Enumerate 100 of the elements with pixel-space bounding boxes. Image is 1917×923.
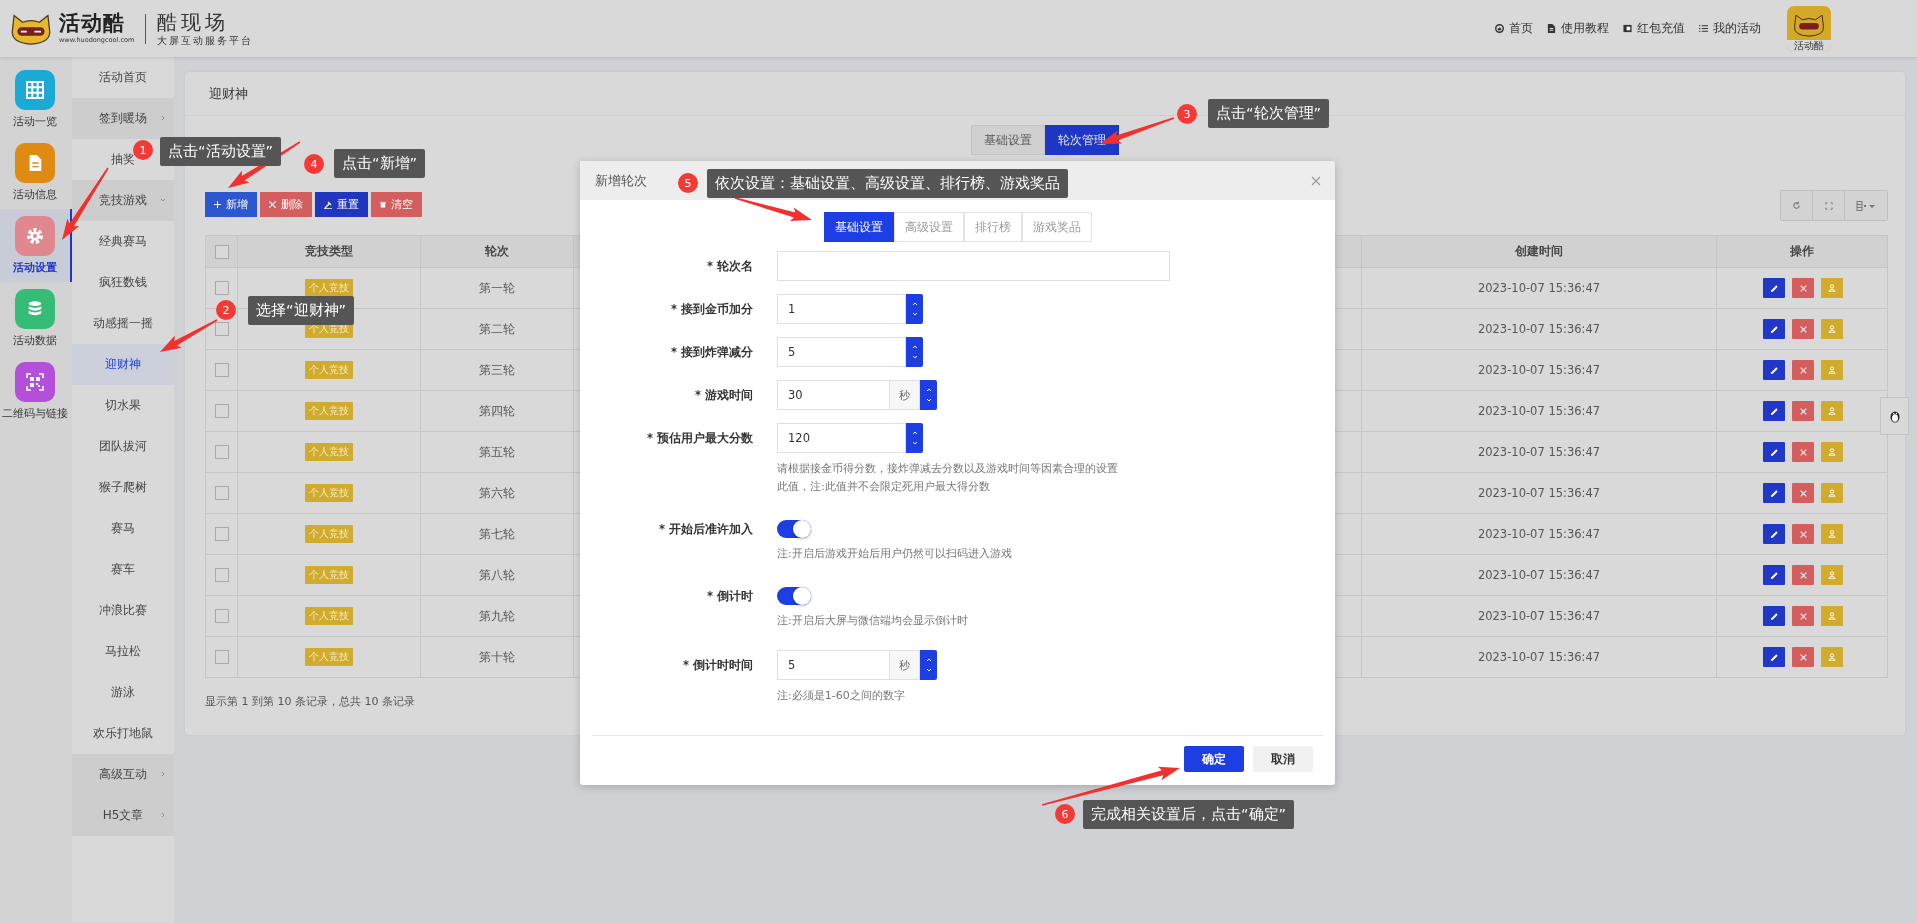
row-checkbox[interactable] (214, 363, 229, 378)
menu-item[interactable]: 团队拔河 (72, 426, 174, 467)
toolbar-button[interactable]: 清空 (371, 192, 422, 217)
number-field[interactable]: 5 (777, 337, 906, 367)
sidebar-item[interactable]: 二维码与链接 (0, 355, 72, 428)
number-field[interactable]: 1 (777, 294, 906, 324)
delete-button[interactable] (1792, 278, 1814, 298)
menu-group[interactable]: 竞技游戏 (72, 180, 174, 221)
user-avatar[interactable]: 活动酷 (1787, 5, 1831, 52)
field-label: * 接到金币加分 (670, 302, 753, 316)
spinner-button[interactable] (920, 380, 937, 410)
delete-button[interactable] (1792, 401, 1814, 421)
edit-button[interactable] (1763, 360, 1785, 380)
confirm-button[interactable]: 确定 (1184, 746, 1244, 772)
menu-item[interactable]: 冲浪比赛 (72, 590, 174, 631)
spinner-button[interactable] (906, 423, 923, 453)
edit-button[interactable] (1763, 401, 1785, 421)
number-field[interactable]: 5 (777, 650, 890, 680)
menu-item[interactable]: 游泳 (72, 672, 174, 713)
delete-button[interactable] (1792, 524, 1814, 544)
select-all-checkbox[interactable] (214, 244, 229, 259)
row-checkbox[interactable] (214, 322, 229, 337)
edit-button[interactable] (1763, 483, 1785, 503)
menu-group[interactable]: 高级互动 (72, 754, 174, 795)
sidebar-item[interactable]: 活动数据 (0, 282, 72, 355)
tab[interactable]: 基础设置 (971, 125, 1045, 155)
spinner-button[interactable] (906, 337, 923, 367)
delete-button[interactable] (1792, 360, 1814, 380)
edit-button[interactable] (1763, 606, 1785, 626)
menu-group[interactable]: H5文章 (72, 795, 174, 836)
tab[interactable]: 基础设置 (823, 212, 894, 242)
row-checkbox[interactable] (214, 404, 229, 419)
edit-button[interactable] (1763, 319, 1785, 339)
row-checkbox[interactable] (214, 281, 229, 296)
row-checkbox[interactable] (214, 527, 229, 542)
delete-button[interactable] (1792, 647, 1814, 667)
menu-item[interactable]: 切水果 (72, 385, 174, 426)
input-field[interactable] (777, 251, 1170, 281)
user-button[interactable] (1821, 401, 1843, 421)
toolbar-button[interactable]: 重置 (315, 192, 368, 217)
refresh-button[interactable] (1781, 191, 1813, 220)
sidebar-item[interactable]: 活动信息 (0, 136, 72, 209)
pencil-icon (1769, 570, 1779, 580)
delete-button[interactable] (1792, 483, 1814, 503)
chat-button[interactable] (1880, 397, 1909, 435)
edit-button[interactable] (1763, 442, 1785, 462)
nav-link[interactable]: 使用教程 (1547, 20, 1609, 37)
edit-button[interactable] (1763, 565, 1785, 585)
menu-item[interactable]: 活动首页 (72, 57, 174, 98)
close-icon (1799, 284, 1807, 292)
row-checkbox[interactable] (214, 650, 229, 665)
toolbar-button[interactable]: 删除 (260, 192, 312, 217)
menu-item[interactable]: 欢乐打地鼠 (72, 713, 174, 754)
number-field[interactable]: 120 (777, 423, 906, 453)
menu-item[interactable]: 迎财神 (72, 344, 174, 385)
nav-link[interactable]: 首页 (1495, 20, 1533, 37)
edit-button[interactable] (1763, 278, 1785, 298)
user-button[interactable] (1821, 606, 1843, 626)
user-button[interactable] (1821, 442, 1843, 462)
user-button[interactable] (1821, 360, 1843, 380)
delete-button[interactable] (1792, 606, 1814, 626)
cancel-button[interactable]: 取消 (1253, 746, 1313, 772)
spinner-button[interactable] (920, 650, 937, 680)
user-button[interactable] (1821, 565, 1843, 585)
delete-button[interactable] (1792, 565, 1814, 585)
menu-item[interactable]: 猴子爬树 (72, 467, 174, 508)
row-checkbox[interactable] (214, 445, 229, 460)
menu-item[interactable]: 马拉松 (72, 631, 174, 672)
menu-item[interactable]: 动感摇一摇 (72, 303, 174, 344)
user-button[interactable] (1821, 483, 1843, 503)
user-button[interactable] (1821, 647, 1843, 667)
fullscreen-button[interactable] (1813, 191, 1845, 220)
user-button[interactable] (1821, 278, 1843, 298)
user-button[interactable] (1821, 319, 1843, 339)
spinner-button[interactable] (906, 294, 923, 324)
tab[interactable]: 轮次管理 (1045, 125, 1119, 155)
menu-group[interactable]: 签到暖场 (72, 98, 174, 139)
delete-button[interactable] (1792, 319, 1814, 339)
home-icon (1495, 24, 1504, 33)
nav-link[interactable]: 我的活动 (1699, 20, 1761, 37)
sidebar-item[interactable]: 活动设置 (0, 209, 72, 282)
toggle-switch[interactable] (777, 587, 811, 605)
toggle-switch[interactable] (777, 520, 811, 538)
row-checkbox[interactable] (214, 609, 229, 624)
menu-item[interactable]: 经典赛马 (72, 221, 174, 262)
help-text: 请根据接金币得分数，接炸弹减去分数以及游戏时间等因素合理的设置此值，注:此值并不会限定死用户最大得分数 (777, 461, 1119, 495)
menu-item[interactable]: 赛车 (72, 549, 174, 590)
edit-button[interactable] (1763, 647, 1785, 667)
row-checkbox[interactable] (214, 486, 229, 501)
nav-link[interactable]: 红包充值 (1623, 20, 1685, 37)
menu-item[interactable]: 赛马 (72, 508, 174, 549)
delete-button[interactable] (1792, 442, 1814, 462)
user-button[interactable] (1821, 524, 1843, 544)
menu-item[interactable]: 疯狂数钱 (72, 262, 174, 303)
columns-dropdown-button[interactable] (1845, 191, 1887, 220)
toolbar-button[interactable]: 新增 (205, 192, 257, 217)
edit-button[interactable] (1763, 524, 1785, 544)
number-field[interactable]: 30 (777, 380, 890, 410)
row-checkbox[interactable] (214, 568, 229, 583)
sidebar-item[interactable]: 活动一览 (0, 63, 72, 136)
